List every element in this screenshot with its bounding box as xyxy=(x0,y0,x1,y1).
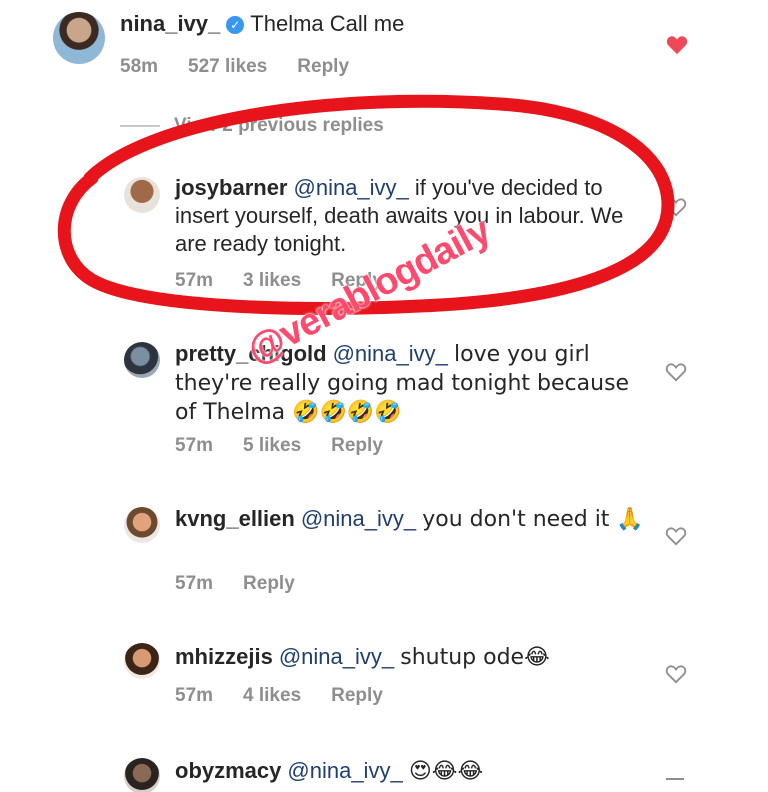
avatar[interactable] xyxy=(53,12,105,64)
heart-outline-icon[interactable] xyxy=(665,197,687,217)
reply-username[interactable]: josybarner xyxy=(175,175,288,200)
reply-time: 57m xyxy=(175,573,214,594)
view-replies-label[interactable]: View 2 previous replies xyxy=(174,115,384,137)
heart-outline-icon[interactable] xyxy=(665,664,687,684)
reply-mention[interactable]: @nina_ivy_ xyxy=(279,644,394,669)
heart-outline-icon[interactable] xyxy=(665,526,687,546)
avatar[interactable] xyxy=(124,177,160,213)
reply-text: 😍😂😂 xyxy=(408,759,484,784)
reply-mention[interactable]: @nina_ivy_ xyxy=(294,175,409,200)
comment-text: Thelma Call me xyxy=(250,11,405,36)
comment-username[interactable]: nina_ivy_ xyxy=(120,11,220,36)
reply-meta: 57m 3 likes Reply xyxy=(175,270,383,292)
view-previous-replies[interactable]: View 2 previous replies xyxy=(120,115,384,137)
reply-mention[interactable]: @nina_ivy_ xyxy=(333,341,448,366)
reply-username[interactable]: pretty_chigold xyxy=(175,341,327,366)
reply-likes[interactable]: 4 likes xyxy=(243,685,301,707)
more-options-icon[interactable] xyxy=(666,778,684,781)
avatar[interactable] xyxy=(124,758,160,792)
reply-button[interactable]: Reply xyxy=(331,685,383,707)
reply-username[interactable]: kvng_ellien xyxy=(175,506,295,531)
reply-text: shutup ode😂 xyxy=(400,645,550,670)
comment-meta: 58m 527 likes Reply xyxy=(120,56,349,78)
avatar[interactable] xyxy=(124,643,160,679)
reply-meta: 57m 5 likes Reply xyxy=(175,435,383,457)
reply-time: 57m xyxy=(175,685,214,706)
reply-mention[interactable]: @nina_ivy_ xyxy=(287,758,402,783)
reply-meta: 57m Reply xyxy=(175,573,295,595)
reply-meta: 57m 4 likes Reply xyxy=(175,685,383,707)
reply-likes[interactable]: 5 likes xyxy=(243,435,301,457)
reply-username[interactable]: obyzmacy xyxy=(175,758,281,783)
reply-button[interactable]: Reply xyxy=(297,56,349,78)
reply-time: 57m xyxy=(175,270,214,291)
heart-filled-icon[interactable] xyxy=(666,35,688,55)
reply-button[interactable]: Reply xyxy=(331,435,383,457)
reply-text: you don't need it 🙏 xyxy=(422,507,644,532)
reply-username[interactable]: mhizzejis xyxy=(175,644,273,669)
reply-button[interactable]: Reply xyxy=(243,573,295,595)
avatar[interactable] xyxy=(124,342,160,378)
replies-divider xyxy=(120,125,160,127)
verified-badge-icon: ✓ xyxy=(226,16,245,34)
reply-button[interactable]: Reply xyxy=(331,270,383,292)
reply-likes[interactable]: 3 likes xyxy=(243,270,301,292)
heart-outline-icon[interactable] xyxy=(665,362,687,382)
avatar[interactable] xyxy=(124,507,160,543)
comment-time: 58m xyxy=(120,56,159,77)
comment-likes[interactable]: 527 likes xyxy=(188,56,267,78)
reply-time: 57m xyxy=(175,435,214,456)
reply-mention[interactable]: @nina_ivy_ xyxy=(301,506,416,531)
